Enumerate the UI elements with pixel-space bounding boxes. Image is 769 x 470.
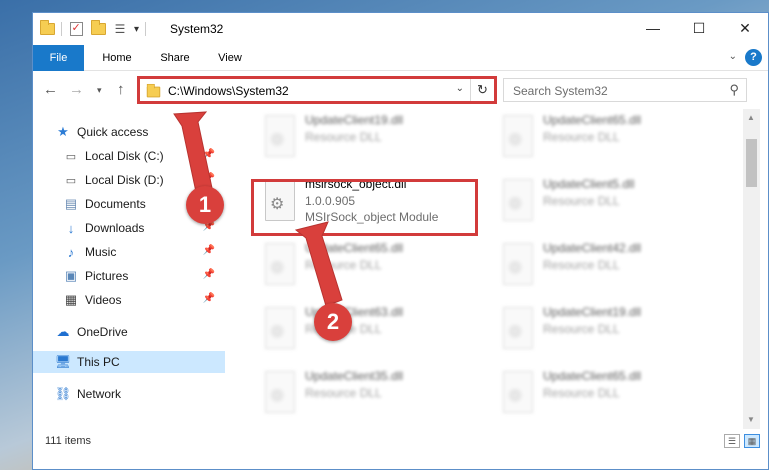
arrow-to-file — [294, 221, 343, 307]
annotation-arrows — [173, 111, 343, 307]
step-badge-1: 1 — [186, 186, 224, 224]
arrow-to-address-bar — [173, 111, 213, 193]
step-badge-2: 2 — [314, 303, 352, 341]
